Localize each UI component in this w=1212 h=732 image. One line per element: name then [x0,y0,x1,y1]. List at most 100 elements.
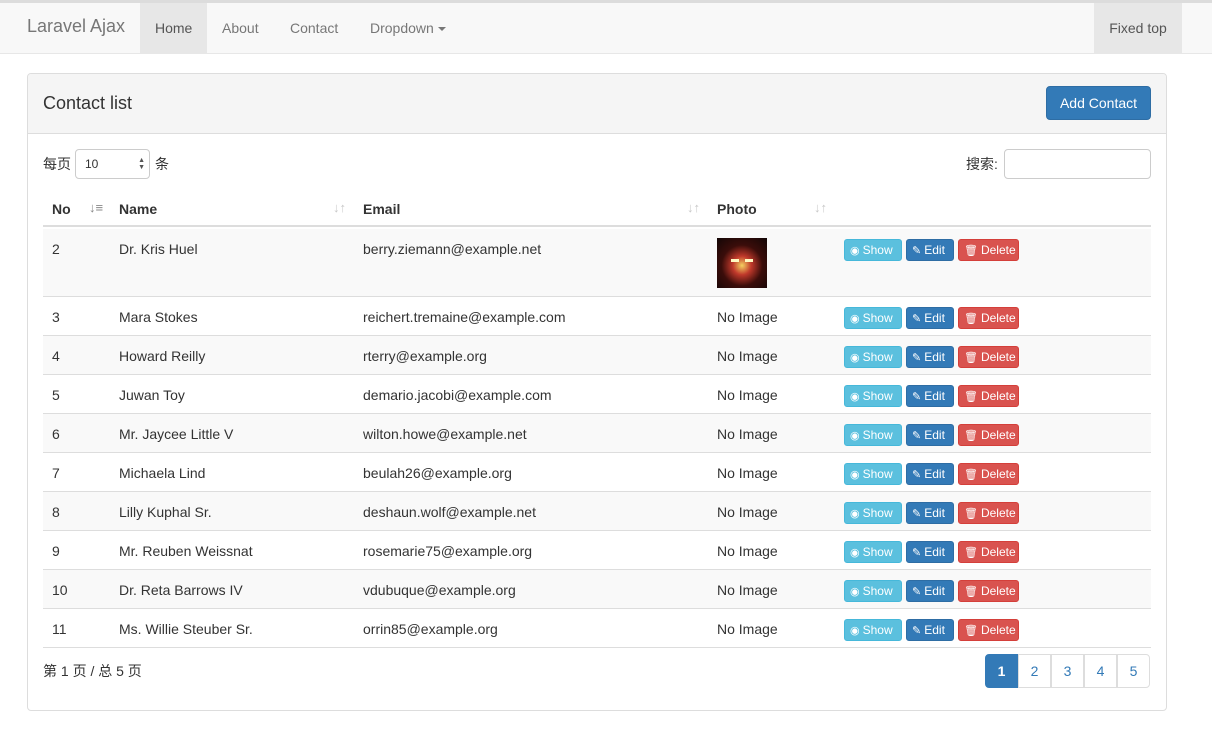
edit-button[interactable]: ✎ Edit [906,541,954,563]
sort-both-icon[interactable]: ↓↑ [814,200,827,215]
edit-button[interactable]: ✎ Edit [906,239,954,261]
page-link-4[interactable]: 4 [1084,654,1117,688]
delete-button[interactable]: 🗑 Delete [958,580,1019,602]
navbar-brand[interactable]: Laravel Ajax [27,16,125,37]
eye-icon: ◉ [850,430,860,442]
delete-button-label: Delete [980,350,1016,364]
show-button[interactable]: ◉ Show [844,424,902,446]
delete-button[interactable]: 🗑 Delete [958,502,1019,524]
show-button-label: Show [862,389,893,403]
header-no[interactable]: No [52,201,71,217]
cell-name: Mr. Jaycee Little V [119,426,234,442]
edit-button[interactable]: ✎ Edit [906,463,954,485]
page-link-1[interactable]: 1 [985,654,1018,688]
edit-button[interactable]: ✎ Edit [906,307,954,329]
show-button[interactable]: ◉ Show [844,239,902,261]
eye-icon: ◉ [850,586,860,598]
table-row: 7 Michaela Lind beulah26@example.org No Ima… [43,453,1151,492]
page-link-5[interactable]: 5 [1117,654,1150,688]
header-email[interactable]: Email [363,201,400,217]
delete-button[interactable]: 🗑 Delete [958,424,1019,446]
show-button[interactable]: ◉ Show [844,619,902,641]
table-row: 10 Dr. Reta Barrows IV vdubuque@example.or… [43,570,1151,609]
delete-button[interactable]: 🗑 Delete [958,346,1019,368]
eye-icon: ◉ [850,352,860,364]
eye-icon: ◉ [850,469,860,481]
table-row: 8 Lilly Kuphal Sr. deshaun.wolf@example.ne… [43,492,1151,531]
table-row: 5 Juwan Toy demario.jacobi@example.com No I… [43,375,1151,414]
edit-button-label: Edit [924,243,945,257]
delete-button[interactable]: 🗑 Delete [958,307,1019,329]
show-button-label: Show [862,545,893,559]
sort-both-icon[interactable]: ↓↑ [687,200,700,215]
trash-icon: 🗑 [964,508,978,520]
show-button[interactable]: ◉ Show [844,346,902,368]
table-row: 6 Mr. Jaycee Little V wilton.howe@example.… [43,414,1151,453]
show-button[interactable]: ◉ Show [844,541,902,563]
show-button-label: Show [862,623,893,637]
trash-icon: 🗑 [964,586,978,598]
cell-name: Juwan Toy [119,387,185,403]
delete-button[interactable]: 🗑 Delete [958,239,1019,261]
show-button[interactable]: ◉ Show [844,502,902,524]
show-button[interactable]: ◉ Show [844,463,902,485]
delete-button-label: Delete [980,506,1016,520]
delete-button-label: Delete [980,389,1016,403]
cell-no: 3 [52,309,60,325]
cell-name: Mr. Reuben Weissnat [119,543,253,559]
eye-icon: ◉ [850,313,860,325]
search-input[interactable] [1004,149,1151,179]
delete-button[interactable]: 🗑 Delete [958,541,1019,563]
edit-square-icon: ✎ [912,430,922,442]
cell-name: Lilly Kuphal Sr. [119,504,212,520]
page-link-3[interactable]: 3 [1051,654,1084,688]
nav-item-dropdown[interactable]: Dropdown [355,3,461,53]
eye-icon: ◉ [850,625,860,637]
show-button[interactable]: ◉ Show [844,307,902,329]
edit-square-icon: ✎ [912,313,922,325]
edit-button[interactable]: ✎ Edit [906,502,954,524]
header-name[interactable]: Name [119,201,157,217]
page-length-select[interactable]: 10 ▲ ▼ [75,149,150,179]
nav-item-contact[interactable]: Contact [275,3,353,53]
edit-square-icon: ✎ [912,245,922,257]
sort-amount-asc-icon[interactable]: ↓≡ [89,200,103,215]
edit-button-label: Edit [924,389,945,403]
nav-item-fixed-top[interactable]: Fixed top [1094,3,1182,53]
cell-photo: No Image [717,465,778,481]
edit-button[interactable]: ✎ Edit [906,619,954,641]
cell-no: 7 [52,465,60,481]
edit-button[interactable]: ✎ Edit [906,346,954,368]
cell-email: berry.ziemann@example.net [363,241,542,257]
cell-no: 10 [52,582,68,598]
header-photo[interactable]: Photo [717,201,757,217]
page-length-value: 10 [85,157,99,171]
select-arrows-icon: ▲ ▼ [138,157,145,171]
delete-button[interactable]: 🗑 Delete [958,619,1019,641]
page-link-2[interactable]: 2 [1018,654,1051,688]
show-button-label: Show [862,350,893,364]
edit-button[interactable]: ✎ Edit [906,580,954,602]
nav-item-home[interactable]: Home [140,3,208,53]
table-row: 3 Mara Stokes reichert.tremaine@example.co… [43,297,1151,336]
trash-icon: 🗑 [964,245,978,257]
sort-both-icon[interactable]: ↓↑ [333,200,346,215]
show-button[interactable]: ◉ Show [844,580,902,602]
edit-button[interactable]: ✎ Edit [906,385,954,407]
cell-no: 4 [52,348,60,364]
show-button-label: Show [862,243,893,257]
show-button[interactable]: ◉ Show [844,385,902,407]
show-button-label: Show [862,506,893,520]
edit-button[interactable]: ✎ Edit [906,424,954,446]
cell-email: beulah26@example.org [363,465,512,481]
contact-photo [717,238,767,288]
delete-button-label: Delete [980,545,1016,559]
nav-item-about[interactable]: About [207,3,274,53]
trash-icon: 🗑 [964,430,978,442]
add-contact-button[interactable]: Add Contact [1046,86,1151,120]
delete-button-label: Delete [980,584,1016,598]
delete-button[interactable]: 🗑 Delete [958,463,1019,485]
cell-name: Ms. Willie Steuber Sr. [119,621,253,637]
top-navbar: Laravel Ajax Home About Contact Dropdown… [0,0,1212,54]
delete-button[interactable]: 🗑 Delete [958,385,1019,407]
